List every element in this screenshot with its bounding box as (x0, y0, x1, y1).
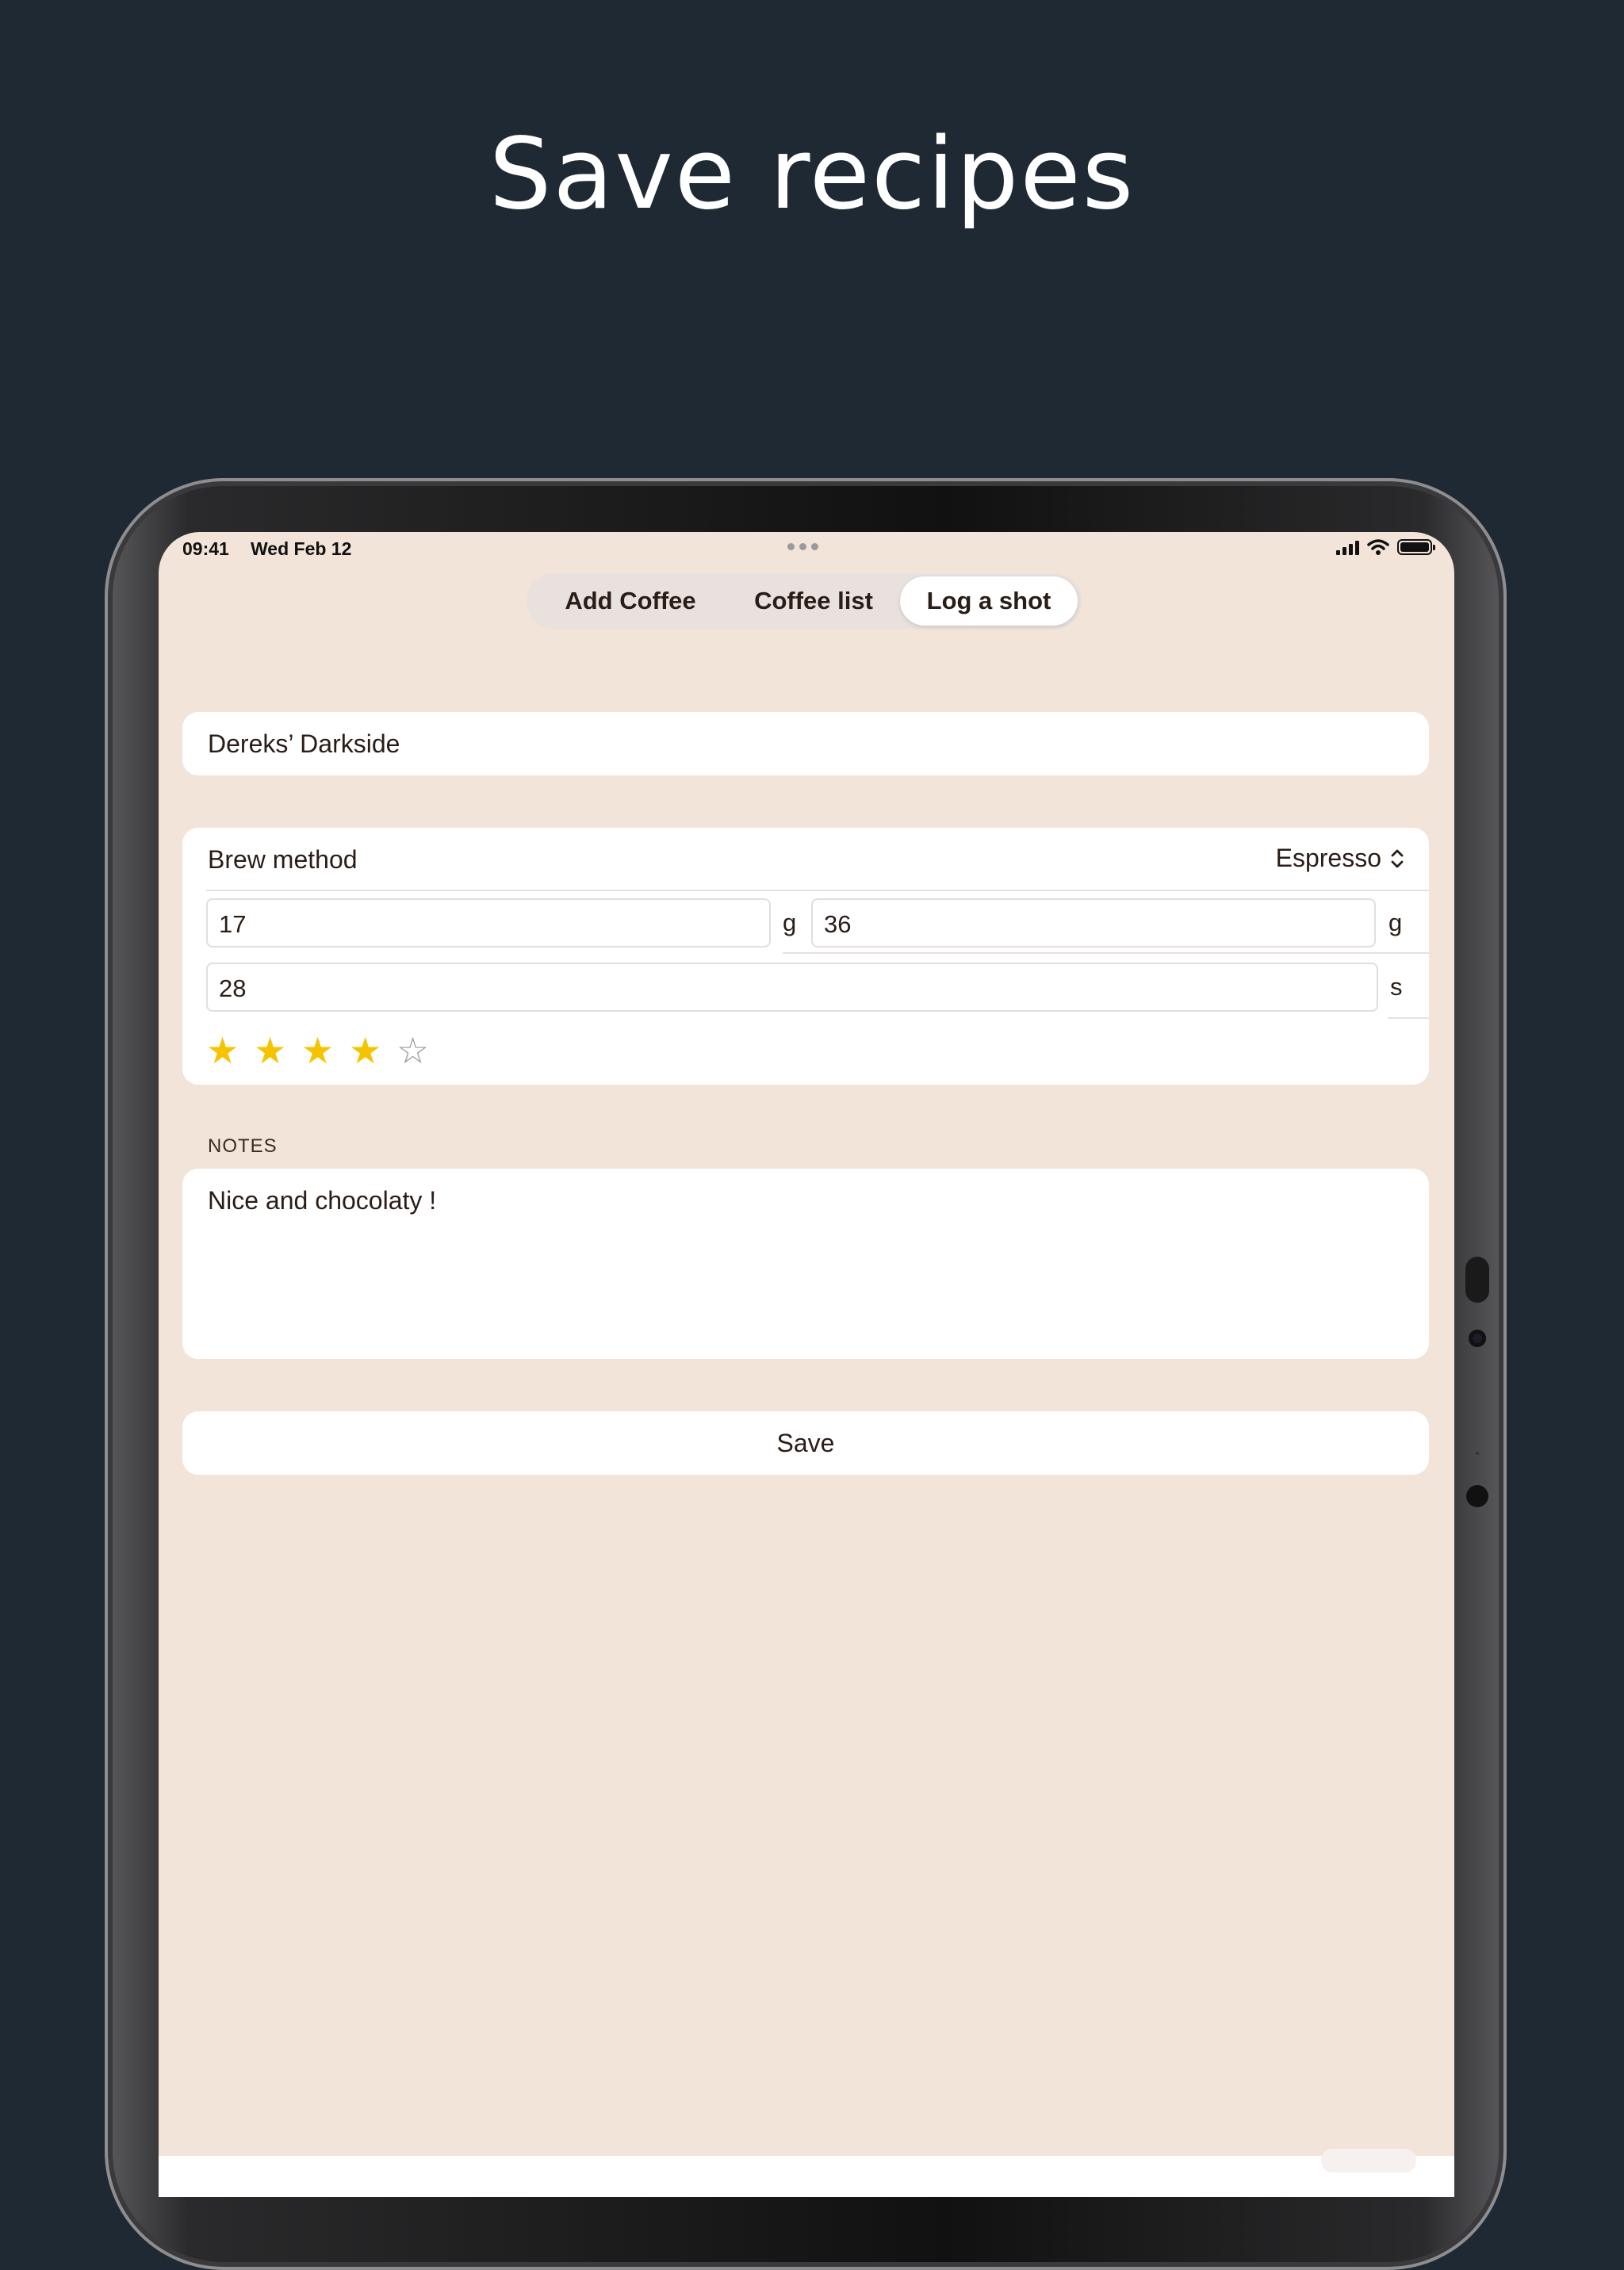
status-icons (1336, 538, 1435, 556)
status-bar: 09:41 Wed Feb 12 (159, 532, 1454, 567)
sensor-dot (1476, 1452, 1479, 1455)
star-filled-icon[interactable]: ★ (349, 1032, 381, 1069)
bottom-edge (159, 2156, 1454, 2197)
time-value: 28 (219, 974, 247, 1002)
camera-icon (1469, 1330, 1486, 1347)
wifi-icon (1367, 539, 1389, 555)
yield-unit: g (1388, 909, 1403, 936)
headline: Save recipes (488, 117, 1136, 232)
volume-button (1465, 1257, 1489, 1303)
dose-value: 17 (219, 910, 247, 938)
divider (783, 952, 1429, 954)
star-outline-icon[interactable]: ☆ (396, 1032, 429, 1069)
battery-icon (1397, 539, 1435, 555)
multitasking-dots-icon[interactable] (787, 543, 818, 550)
brew-parameters-card: Brew method Espresso 17 g 36 g 28 s ★ ★ ★ ★… (182, 828, 1429, 1085)
star-filled-icon[interactable]: ★ (254, 1032, 286, 1069)
tab-add-coffee[interactable]: Add Coffee (541, 576, 720, 626)
yield-input[interactable]: 36 (811, 898, 1376, 947)
notes-textarea[interactable]: Nice and chocolaty ! (182, 1169, 1429, 1359)
divider (1388, 1017, 1429, 1019)
time-input[interactable]: 28 (206, 963, 1378, 1012)
tab-coffee-list[interactable]: Coffee list (728, 576, 899, 626)
app-screen: 09:41 Wed Feb 12 Add Coffee Coffee list … (159, 532, 1454, 2197)
dose-unit: g (783, 909, 797, 936)
divider (206, 890, 1429, 891)
star-filled-icon[interactable]: ★ (301, 1032, 334, 1069)
chevron-up-down-icon (1391, 849, 1404, 867)
brew-method-label: Brew method (208, 845, 358, 874)
save-button-label: Save (776, 1429, 835, 1457)
side-button (1466, 1485, 1488, 1507)
tab-log-a-shot[interactable]: Log a shot (900, 576, 1078, 626)
brew-method-value: Espresso (1275, 844, 1381, 872)
save-button[interactable]: Save (182, 1411, 1429, 1475)
time-unit: s (1390, 973, 1403, 1001)
coffee-name-card[interactable]: Dereks’ Darkside (182, 712, 1429, 775)
notes-label: NOTES (208, 1135, 278, 1157)
status-date: Wed Feb 12 (251, 538, 352, 559)
dose-input[interactable]: 17 (206, 898, 771, 947)
status-time: 09:41 (182, 538, 229, 559)
cellular-signal-icon (1336, 539, 1359, 555)
notes-text: Nice and chocolaty ! (208, 1186, 437, 1215)
floating-control[interactable] (1321, 2149, 1416, 2172)
coffee-name-field[interactable]: Dereks’ Darkside (208, 729, 400, 759)
brew-method-picker[interactable]: Espresso (1276, 844, 1405, 873)
yield-value: 36 (824, 910, 852, 938)
tab-segmented-control: Add Coffee Coffee list Log a shot (527, 573, 1082, 629)
star-filled-icon[interactable]: ★ (206, 1032, 239, 1069)
